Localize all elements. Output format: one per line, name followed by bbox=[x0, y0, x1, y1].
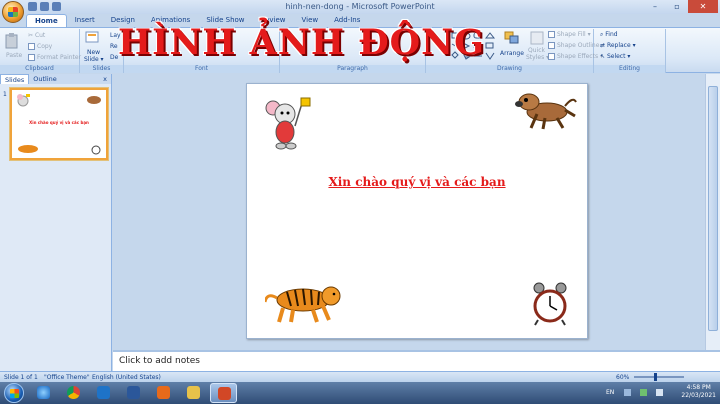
quick-styles-icon[interactable] bbox=[530, 31, 544, 47]
slide-number: 1 bbox=[3, 91, 7, 98]
maximize-button[interactable]: ▫ bbox=[666, 0, 688, 13]
taskbar-word[interactable] bbox=[120, 383, 147, 403]
edge-icon bbox=[97, 386, 110, 399]
group-label-paragraph: Paragraph bbox=[280, 65, 425, 73]
format-painter-button[interactable]: Format Painter bbox=[28, 54, 81, 61]
group-label-drawing: Drawing bbox=[426, 65, 593, 73]
zoom-slider[interactable] bbox=[634, 373, 684, 381]
scissors-icon: ✂ bbox=[28, 32, 35, 39]
dog-thumb-icon bbox=[87, 96, 101, 104]
find-button[interactable]: ⌕ Find bbox=[600, 31, 618, 39]
network-icon[interactable] bbox=[640, 389, 647, 396]
taskbar-explorer[interactable] bbox=[180, 383, 207, 403]
shape-fill-button[interactable]: Shape Fill ▾ bbox=[548, 31, 591, 38]
alarm-clock-image[interactable] bbox=[531, 282, 569, 326]
dog-image[interactable] bbox=[515, 90, 577, 130]
scroll-thumb[interactable] bbox=[708, 86, 718, 331]
slide-canvas[interactable]: Xin chào quý vị và các bạn bbox=[246, 83, 588, 339]
window-title: hinh-nen-dong - Microsoft PowerPoint bbox=[285, 2, 435, 11]
tab-insert[interactable]: Insert bbox=[67, 14, 103, 27]
notes-pane[interactable]: Click to add notes bbox=[113, 350, 720, 371]
editing-group: ⌕ Find ⇄ Replace ▾ ↖ Select ▾ Editing bbox=[594, 29, 666, 73]
notes-placeholder[interactable]: Click to add notes bbox=[119, 356, 200, 366]
slides-pane: Slides Outline x 1 Xin chào quý vị và cá… bbox=[0, 74, 112, 371]
group-label-font: Font bbox=[124, 65, 279, 73]
office-button[interactable] bbox=[2, 1, 24, 23]
group-label-clipboard: Clipboard bbox=[0, 65, 79, 73]
zoom-slider-thumb[interactable] bbox=[654, 373, 657, 381]
folder-icon bbox=[187, 386, 200, 399]
slide-thumbnail[interactable]: Xin chào quý vị và các bạn bbox=[10, 88, 108, 160]
theme-status: "Office Theme" bbox=[44, 374, 90, 381]
group-label-slides: Slides bbox=[80, 65, 123, 73]
taskbar-ie[interactable] bbox=[30, 383, 57, 403]
slide-count-status: Slide 1 of 1 bbox=[4, 374, 38, 381]
media-player-icon bbox=[157, 386, 170, 399]
paste-button[interactable]: Paste bbox=[6, 52, 22, 59]
taskbar: EN 4:58 PM 22/03/2021 bbox=[0, 382, 720, 404]
clock[interactable]: 4:58 PM 22/03/2021 bbox=[681, 384, 716, 400]
cut-button[interactable]: ✂ Cut bbox=[28, 32, 45, 39]
vertical-scrollbar[interactable] bbox=[705, 74, 720, 350]
close-button[interactable]: ✕ bbox=[688, 0, 718, 13]
clock-date: 22/03/2021 bbox=[681, 392, 716, 399]
taskbar-edge[interactable] bbox=[90, 383, 117, 403]
internet-explorer-icon bbox=[37, 386, 50, 399]
mouse-flag-image[interactable] bbox=[263, 94, 311, 152]
taskbar-powerpoint[interactable] bbox=[210, 383, 237, 403]
tab-outline[interactable]: Outline bbox=[29, 74, 61, 84]
mouse-thumb-icon bbox=[17, 94, 30, 107]
arrange-button[interactable]: Arrange bbox=[500, 50, 524, 57]
taskbar-chrome[interactable] bbox=[60, 383, 87, 403]
banner-title: HÌNH ẢNH ĐỘNG bbox=[118, 22, 486, 63]
slide-title-text[interactable]: Xin chào quý vị và các bạn bbox=[247, 175, 587, 189]
new-slide-button[interactable]: New bbox=[87, 49, 100, 56]
title-bar: hinh-nen-dong - Microsoft PowerPoint – ▫… bbox=[0, 0, 720, 14]
volume-icon[interactable] bbox=[656, 389, 663, 396]
brush-icon bbox=[28, 54, 35, 61]
tray-arrow-icon[interactable] bbox=[624, 389, 631, 396]
effects-icon bbox=[548, 53, 555, 60]
tab-slides[interactable]: Slides bbox=[0, 74, 30, 84]
thumb-text: Xin chào quý vị và các bạn bbox=[29, 120, 89, 125]
tiger-thumb-icon bbox=[18, 145, 38, 153]
replace-button[interactable]: ⇄ Replace ▾ bbox=[600, 42, 636, 49]
copy-button[interactable]: Copy bbox=[28, 43, 52, 50]
pen-icon bbox=[548, 42, 555, 49]
powerpoint-icon bbox=[218, 387, 231, 400]
windows-logo-icon bbox=[10, 389, 19, 398]
reset-button[interactable]: Re bbox=[110, 43, 118, 50]
tab-home[interactable]: Home bbox=[26, 14, 67, 27]
paste-icon[interactable] bbox=[4, 33, 22, 49]
copy-icon bbox=[28, 43, 35, 50]
office-logo-icon bbox=[8, 7, 18, 17]
tiger-image[interactable] bbox=[265, 280, 343, 324]
zoom-level[interactable]: 60% bbox=[616, 374, 629, 381]
chrome-icon bbox=[67, 386, 80, 399]
new-slide-icon[interactable] bbox=[85, 31, 99, 47]
status-bar: Slide 1 of 1 "Office Theme" English (Uni… bbox=[0, 371, 720, 382]
clipboard-group: Paste ✂ Cut Copy Format Painter Clipboar… bbox=[0, 29, 81, 73]
language-status[interactable]: English (United States) bbox=[92, 374, 161, 381]
input-language[interactable]: EN bbox=[606, 389, 614, 396]
start-button[interactable] bbox=[4, 383, 24, 403]
paint-bucket-icon bbox=[548, 31, 555, 38]
minimize-button[interactable]: – bbox=[644, 0, 666, 13]
close-pane-button[interactable]: x bbox=[103, 74, 111, 84]
clock-time: 4:58 PM bbox=[686, 384, 711, 391]
word-icon bbox=[127, 386, 140, 399]
arrange-icon[interactable] bbox=[504, 31, 520, 47]
new-slide-dropdown[interactable]: Slide ▾ bbox=[84, 56, 104, 63]
group-label-editing: Editing bbox=[594, 65, 665, 73]
quick-styles-button[interactable]: Quick bbox=[528, 47, 545, 54]
pointer-icon: ↖ bbox=[600, 53, 607, 60]
taskbar-media[interactable] bbox=[150, 383, 177, 403]
select-button[interactable]: ↖ Select ▾ bbox=[600, 53, 630, 60]
clock-thumb-icon bbox=[91, 145, 101, 155]
replace-icon: ⇄ bbox=[600, 42, 607, 49]
quick-styles-dropdown[interactable]: Styles ▾ bbox=[526, 54, 549, 61]
